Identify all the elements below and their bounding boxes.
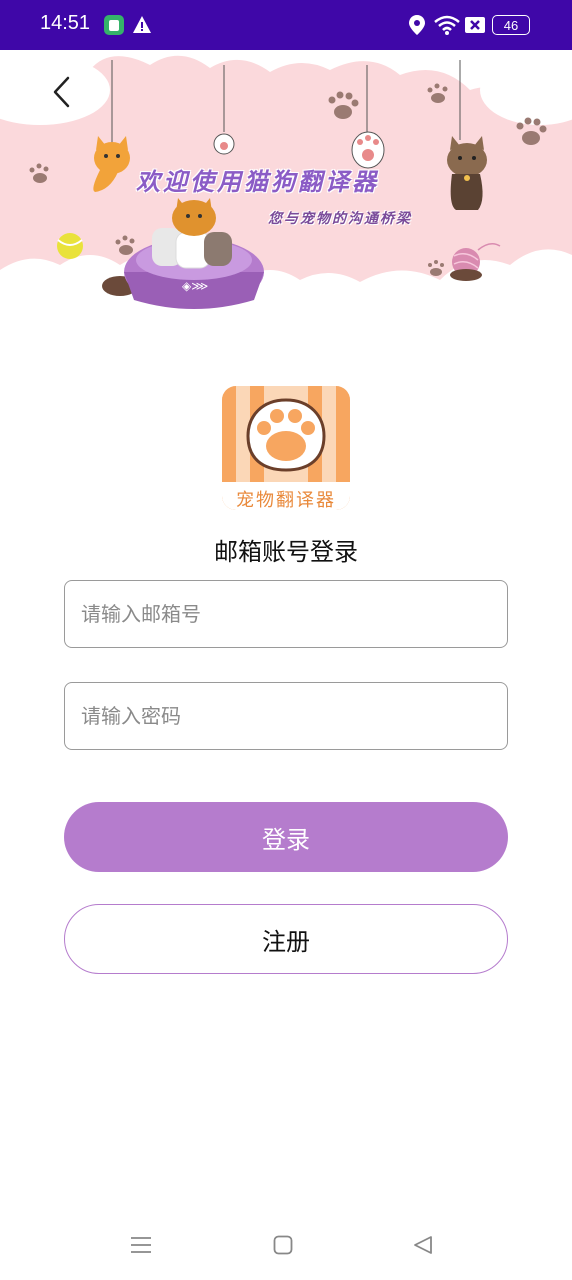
sim-icon (465, 17, 485, 33)
navigation-bar (0, 1210, 572, 1280)
email-input[interactable] (65, 581, 507, 647)
register-button-label: 注册 (262, 927, 310, 956)
banner-title: 欢迎使用猫狗翻译器 (136, 167, 379, 196)
banner-subtitle: 您与宠物的沟通桥梁 (268, 211, 412, 227)
app-notification-icon (104, 15, 124, 35)
login-heading: 邮箱账号登录 (214, 538, 358, 566)
menu-button[interactable] (126, 1230, 156, 1260)
status-time: 14:51 (40, 12, 91, 34)
svg-text:◈⋙: ◈⋙ (182, 279, 208, 293)
wifi-icon (434, 15, 460, 35)
triangle-back-icon (414, 1236, 432, 1254)
banner: ◈⋙ 欢迎使用猫狗翻译器 您与宠物的沟通桥梁 (0, 50, 572, 320)
password-field[interactable] (64, 682, 508, 750)
chevron-left-icon (53, 76, 70, 108)
register-button[interactable]: 注册 (64, 904, 508, 974)
email-field[interactable] (64, 580, 508, 648)
status-bar: 14:51 46 (0, 0, 572, 50)
password-input[interactable] (65, 683, 507, 749)
location-icon (409, 15, 425, 35)
back-button[interactable] (40, 70, 84, 114)
login-button[interactable]: 登录 (64, 802, 508, 872)
home-button[interactable] (268, 1230, 298, 1260)
app-logo-text: 宠物翻译器 (236, 490, 336, 510)
back-nav-button[interactable] (408, 1230, 438, 1260)
home-square-icon (273, 1235, 293, 1255)
login-button-label: 登录 (262, 825, 310, 854)
menu-icon (131, 1237, 151, 1253)
warning-icon (133, 16, 151, 33)
battery-level: 46 (503, 17, 519, 33)
battery-icon: 46 (492, 15, 530, 35)
app-logo: 宠物翻译器 (222, 386, 350, 510)
